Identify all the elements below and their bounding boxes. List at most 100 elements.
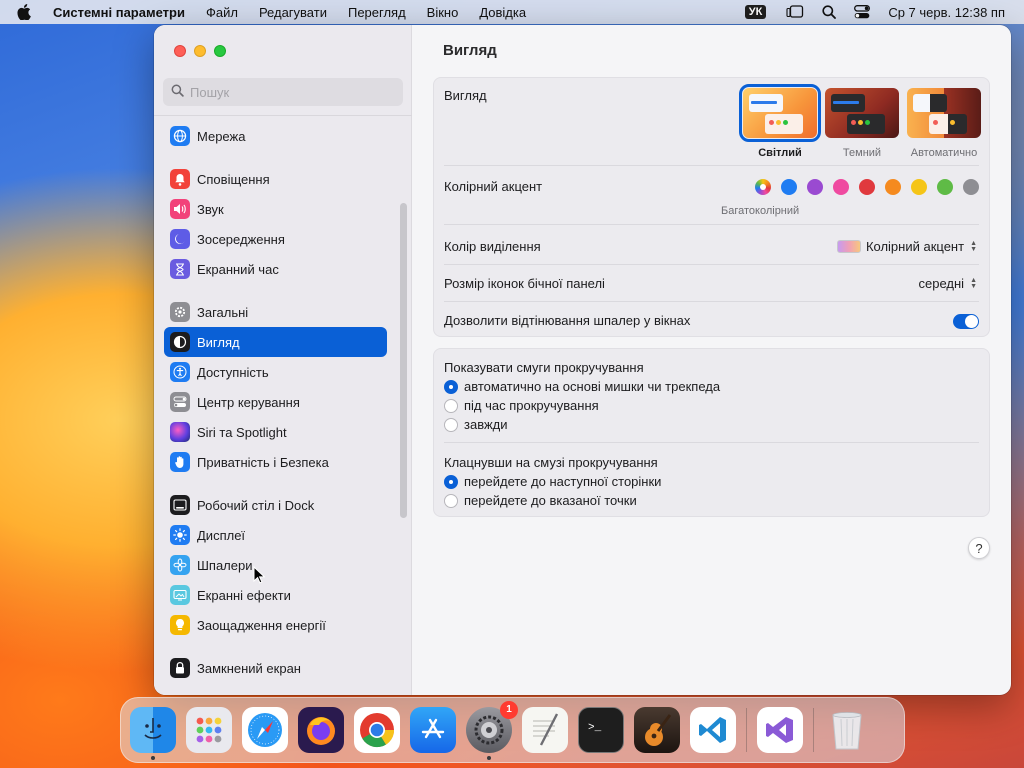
radio-label: автоматично на основі мишки чи трекпеда [464, 379, 721, 394]
control-center-icon[interactable] [854, 5, 871, 19]
visual-studio-icon[interactable] [757, 707, 803, 753]
accent-orange-swatch[interactable] [885, 179, 901, 195]
trash-icon[interactable] [824, 707, 870, 753]
system-settings-window: Мережа Сповіщення Звук Зосередження [154, 25, 1011, 695]
stage-manager-icon[interactable] [786, 5, 804, 19]
menu-app-name[interactable]: Системні параметри [53, 5, 185, 20]
running-indicator [151, 756, 155, 760]
light-theme-thumbnail [739, 84, 821, 142]
input-source-indicator[interactable]: УК [744, 5, 767, 19]
close-button[interactable] [174, 45, 186, 57]
safari-icon[interactable] [242, 707, 288, 753]
sidebar-item-privacy-security[interactable]: Приватність і Безпека [164, 447, 387, 477]
bell-icon [170, 169, 190, 189]
system-settings-icon[interactable]: 1 [466, 701, 518, 760]
dock-separator [746, 708, 747, 752]
accent-purple-swatch[interactable] [807, 179, 823, 195]
help-button[interactable]: ? [968, 537, 990, 559]
sidebar-item-label: Мережа [197, 128, 246, 144]
sidebar-item-screen-saver[interactable]: Екранні ефекти [164, 580, 387, 610]
radio-button[interactable] [444, 474, 458, 489]
radio-button[interactable] [444, 379, 458, 394]
sidebar-item-appearance[interactable]: Вигляд [164, 327, 387, 357]
scrollbars-option-auto[interactable]: автоматично на основі мишки чи трекпеда [444, 379, 720, 394]
scrollbar-settings-card: Показувати смуги прокручування автоматич… [433, 348, 990, 517]
appearance-icon [170, 332, 190, 352]
sidebar-item-notifications[interactable]: Сповіщення [164, 164, 387, 194]
radio-label: під час прокручування [464, 398, 599, 413]
minimize-button[interactable] [194, 45, 206, 57]
row-divider [444, 301, 979, 302]
hand-icon [170, 452, 190, 472]
radio-button[interactable] [444, 417, 458, 432]
sidebar-item-sound[interactable]: Звук [164, 194, 387, 224]
sidebar-item-label: Заощадження енергії [197, 617, 326, 633]
accent-blue-swatch[interactable] [781, 179, 797, 195]
highlight-color-label: Колір виділення [444, 239, 541, 254]
sidebar-item-network[interactable]: Мережа [164, 121, 387, 151]
chrome-icon[interactable] [354, 707, 400, 753]
sidebar-item-wallpaper[interactable]: Шпалери [164, 550, 387, 580]
accent-color-swatches [755, 179, 979, 195]
search-field[interactable] [163, 78, 403, 106]
wallpaper-tint-toggle[interactable] [953, 314, 979, 329]
finder-icon[interactable] [130, 707, 176, 760]
running-indicator [487, 756, 491, 760]
scrollbars-option-scrolling[interactable]: під час прокручування [444, 398, 599, 413]
zoom-button[interactable] [214, 45, 226, 57]
radio-button[interactable] [444, 398, 458, 413]
menu-help[interactable]: Довідка [479, 5, 526, 20]
accent-graphite-swatch[interactable] [963, 179, 979, 195]
radio-label: перейдете до вказаної точки [464, 493, 637, 508]
sidebar-item-desktop-dock[interactable]: Робочий стіл і Dock [164, 490, 387, 520]
theme-option-auto[interactable]: Автоматично [904, 88, 984, 159]
scrollbars-option-always[interactable]: завжди [444, 417, 508, 432]
search-input[interactable] [190, 84, 390, 100]
auto-theme-thumbnail [907, 88, 981, 138]
accent-red-swatch[interactable] [859, 179, 875, 195]
menu-view[interactable]: Перегляд [348, 5, 406, 20]
sidebar-item-displays[interactable]: Дисплеї [164, 520, 387, 550]
sidebar-list: Мережа Сповіщення Звук Зосередження Екра… [164, 121, 387, 683]
accent-yellow-swatch[interactable] [911, 179, 927, 195]
sidebar-item-control-center[interactable]: Центр керування [164, 387, 387, 417]
sidebar-item-screen-time[interactable]: Екранний час [164, 254, 387, 284]
theme-option-light[interactable]: Світлий [739, 84, 821, 159]
sidebar-scrollbar[interactable] [400, 203, 407, 518]
scroll-click-option-spot[interactable]: перейдете до вказаної точки [444, 493, 637, 508]
accessibility-icon [170, 362, 190, 382]
textedit-icon[interactable] [522, 707, 568, 753]
sidebar-item-focus[interactable]: Зосередження [164, 224, 387, 254]
menu-file[interactable]: Файл [206, 5, 238, 20]
accent-green-swatch[interactable] [937, 179, 953, 195]
page-title: Вигляд [443, 42, 497, 59]
terminal-icon[interactable]: >_ [578, 707, 624, 753]
menu-edit[interactable]: Редагувати [259, 5, 327, 20]
sidebar-item-lock-screen[interactable]: Замкнений екран [164, 653, 387, 683]
icon-size-label: Розмір іконок бічної панелі [444, 276, 605, 291]
apple-menu-icon[interactable] [17, 4, 39, 20]
menu-window[interactable]: Вікно [427, 5, 459, 20]
content-pane: Вигляд Вигляд Світлий Темний Автоматично… [413, 25, 1011, 695]
scroll-click-option-next-page[interactable]: перейдете до наступної сторінки [444, 474, 661, 489]
radio-label: перейдете до наступної сторінки [464, 474, 662, 489]
icon-size-popup[interactable]: середні ▲ ▼ [919, 276, 978, 291]
bulb-icon [170, 615, 190, 635]
menubar-clock[interactable]: Ср 7 черв. 12:38 пп [888, 5, 1005, 20]
sidebar-item-accessibility[interactable]: Доступність [164, 357, 387, 387]
theme-option-dark[interactable]: Темний [822, 88, 902, 159]
spotlight-search-icon[interactable] [822, 5, 837, 19]
accent-multicolor-swatch[interactable] [755, 179, 771, 195]
firefox-icon[interactable] [298, 707, 344, 753]
sidebar-item-label: Шпалери [197, 557, 253, 573]
accent-pink-swatch[interactable] [833, 179, 849, 195]
vscode-icon[interactable] [690, 707, 736, 753]
sidebar-item-energy-saver[interactable]: Заощадження енергії [164, 610, 387, 640]
radio-button[interactable] [444, 493, 458, 508]
launchpad-icon[interactable] [186, 707, 232, 753]
highlight-color-popup[interactable]: Колірний акцент ▲ ▼ [836, 239, 977, 254]
sidebar-item-general[interactable]: Загальні [164, 297, 387, 327]
sidebar-item-siri-spotlight[interactable]: Siri та Spotlight [164, 417, 387, 447]
app-store-icon[interactable] [410, 707, 456, 753]
garageband-icon[interactable] [634, 707, 680, 753]
